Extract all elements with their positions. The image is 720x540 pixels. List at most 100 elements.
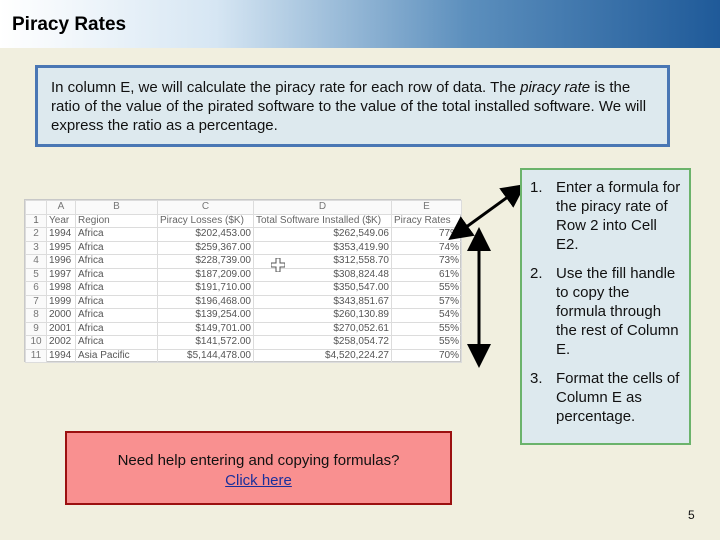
cell-total-installed: $270,052.61: [253, 321, 392, 336]
column-header-a: A: [46, 200, 76, 215]
field-header-row: 1 Year Region Piracy Losses ($K) Total S…: [25, 213, 462, 228]
page-number: 5: [688, 508, 695, 522]
table-row: 11 1994 Asia Pacific $5,144,478.00 $4,520,22…: [25, 348, 462, 363]
cell-total-installed: $260,130.89: [253, 308, 392, 323]
row-number: 3: [25, 240, 47, 255]
column-header-e: E: [391, 200, 462, 215]
row-number: 2: [25, 227, 47, 242]
header-piracy-losses: Piracy Losses ($K): [157, 213, 254, 228]
header-year: Year: [46, 213, 76, 228]
arrow-to-cell-e2: [448, 183, 526, 241]
cell-region: Africa: [75, 281, 158, 296]
cell-region: Africa: [75, 294, 158, 309]
step-number: 3.: [530, 370, 543, 387]
cell-region: Africa: [75, 335, 158, 350]
cell-piracy-losses: $187,209.00: [157, 267, 254, 282]
row-number: 10: [25, 335, 47, 350]
cell-piracy-rate: 77%: [391, 227, 462, 242]
cell-region: Africa: [75, 254, 158, 269]
cell-piracy-losses: $191,710.00: [157, 281, 254, 296]
spreadsheet-screenshot: A B C D E 1 Year Region Piracy Losses ($…: [24, 199, 462, 363]
table-row: 6 1998 Africa $191,710.00 $350,547.00 55%: [25, 281, 462, 296]
cell-year: 1997: [46, 267, 76, 282]
table-row: 4 1996 Africa $228,739.00 $312,558.70 73%: [25, 254, 462, 269]
row-number: 9: [25, 321, 47, 336]
cell-piracy-losses: $5,144,478.00: [157, 348, 254, 363]
header-total-installed: Total Software Installed ($K): [253, 213, 392, 228]
row-number: 6: [25, 281, 47, 296]
cell-piracy-rate: 55%: [391, 335, 462, 350]
step-item: 3. Format the cells of Column E as perce…: [530, 369, 681, 426]
corner-cell: [25, 200, 47, 215]
table-row: 7 1999 Africa $196,468.00 $343,851.67 57%: [25, 294, 462, 309]
row-number: 4: [25, 254, 47, 269]
table-row: 3 1995 Africa $259,367.00 $353,419.90 74%: [25, 240, 462, 255]
cell-total-installed: $350,547.00: [253, 281, 392, 296]
step-text: Use the fill handle to copy the formula …: [556, 265, 679, 358]
cell-region: Africa: [75, 267, 158, 282]
cell-year: 2002: [46, 335, 76, 350]
cell-total-installed: $343,851.67: [253, 294, 392, 309]
column-header-b: B: [75, 200, 158, 215]
row-number: 8: [25, 308, 47, 323]
cell-region: Africa: [75, 227, 158, 242]
header-region: Region: [75, 213, 158, 228]
column-header-c: C: [157, 200, 254, 215]
cell-piracy-losses: $228,739.00: [157, 254, 254, 269]
cell-total-installed: $353,419.90: [253, 240, 392, 255]
cell-region: Africa: [75, 308, 158, 323]
row-number: 7: [25, 294, 47, 309]
cell-year: 2001: [46, 321, 76, 336]
step-item: 2. Use the fill handle to copy the formu…: [530, 264, 681, 359]
cell-total-installed: $258,054.72: [253, 335, 392, 350]
cell-region: Asia Pacific: [75, 348, 158, 363]
intro-italic-term: piracy rate: [520, 79, 591, 96]
table-row: 2 1994 Africa $202,453.00 $262,549.06 77%: [25, 227, 462, 242]
step-item: 1. Enter a formula for the piracy rate o…: [530, 178, 681, 254]
table-row: 8 2000 Africa $139,254.00 $260,130.89 54%: [25, 308, 462, 323]
click-here-link[interactable]: Click here: [67, 471, 450, 491]
cell-year: 1994: [46, 348, 76, 363]
cell-total-installed: $262,549.06: [253, 227, 392, 242]
help-box: Need help entering and copying formulas?…: [65, 431, 452, 505]
cell-piracy-rate: 73%: [391, 254, 462, 269]
cell-region: Africa: [75, 321, 158, 336]
row-number: 5: [25, 267, 47, 282]
slide-title: Piracy Rates: [12, 14, 127, 35]
cell-piracy-rate: 55%: [391, 321, 462, 336]
table-row: 5 1997 Africa $187,209.00 $308,824.48 61%: [25, 267, 462, 282]
column-header-d: D: [253, 200, 392, 215]
row-number: 11: [25, 348, 47, 363]
cell-piracy-losses: $202,453.00: [157, 227, 254, 242]
help-text: Need help entering and copying formulas?: [117, 452, 400, 469]
crosshair-cursor-icon: [271, 258, 285, 272]
cell-year: 1995: [46, 240, 76, 255]
cell-total-installed: $4,520,224.27: [253, 348, 392, 363]
cell-year: 2000: [46, 308, 76, 323]
cell-piracy-rate: 57%: [391, 294, 462, 309]
cell-piracy-losses: $196,468.00: [157, 294, 254, 309]
cell-piracy-rate: 61%: [391, 267, 462, 282]
cell-piracy-rate: 54%: [391, 308, 462, 323]
cell-year: 1999: [46, 294, 76, 309]
intro-box: In column E, we will calculate the pirac…: [35, 65, 670, 147]
table-row: 10 2002 Africa $141,572.00 $258,054.72 55%: [25, 335, 462, 350]
intro-text-part1: In column E, we will calculate the pirac…: [51, 79, 521, 96]
cell-piracy-losses: $149,701.00: [157, 321, 254, 336]
cell-year: 1998: [46, 281, 76, 296]
header-piracy-rates: Piracy Rates: [391, 213, 462, 228]
step-number: 1.: [530, 179, 543, 196]
table-row: 9 2001 Africa $149,701.00 $270,052.61 55%: [25, 321, 462, 336]
cell-piracy-rate: 55%: [391, 281, 462, 296]
cell-year: 1996: [46, 254, 76, 269]
spreadsheet-table: A B C D E 1 Year Region Piracy Losses ($…: [25, 200, 462, 363]
row-number: 1: [25, 213, 47, 228]
column-header-row: A B C D E: [25, 200, 462, 215]
cell-region: Africa: [75, 240, 158, 255]
step-number: 2.: [530, 265, 543, 282]
cell-piracy-losses: $259,367.00: [157, 240, 254, 255]
cell-piracy-rate: 74%: [391, 240, 462, 255]
steps-box: 1. Enter a formula for the piracy rate o…: [520, 168, 691, 445]
step-text: Format the cells of Column E as percenta…: [556, 370, 680, 425]
cell-year: 1994: [46, 227, 76, 242]
